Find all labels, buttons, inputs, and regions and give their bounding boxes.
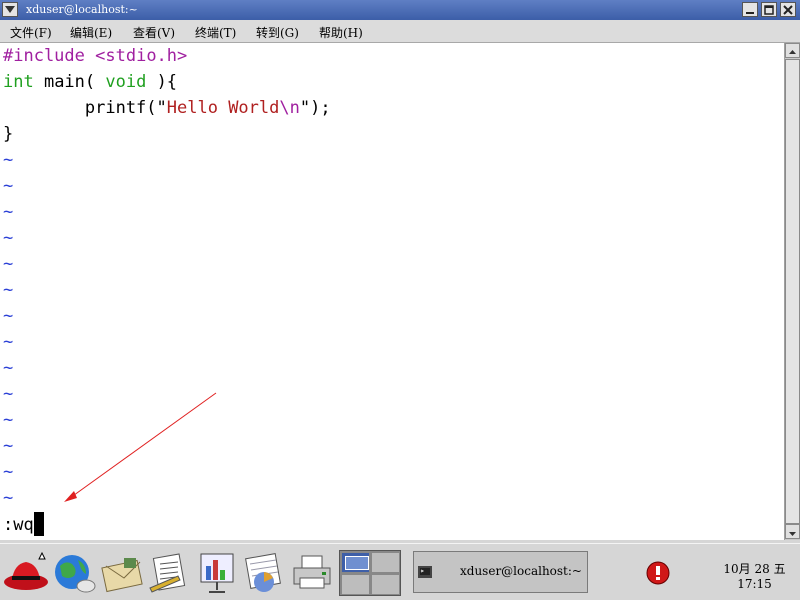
presentation-icon[interactable] [197,550,237,594]
scroll-up-button[interactable] [785,43,800,58]
taskbar-window-button[interactable]: xduser@localhost:~ [413,551,588,593]
chevron-down-icon [5,6,15,13]
bottom-panel: xduser@localhost:~ 10月 28 五 17:15 [0,543,800,600]
terminal-area[interactable]: #include <stdio.h> int main( void ){ pri… [0,43,784,540]
menu-view[interactable]: 查看(V) [133,24,175,41]
writer-icon[interactable] [148,552,194,594]
maximize-button[interactable] [761,2,777,17]
workspace-1[interactable] [341,552,370,573]
menu-file[interactable]: 文件(F) [10,24,52,41]
arrow-down-icon [789,532,796,536]
menu-terminal[interactable]: 终端(T) [195,24,236,41]
clock-time: 17:15 [737,577,772,591]
menubar: 文件(F) 编辑(E) 查看(V) 终端(T) 转到(G) 帮助(H) [0,20,800,43]
update-alert-icon[interactable] [646,561,670,585]
window-menu-button[interactable] [2,2,18,17]
spreadsheet-icon[interactable] [242,552,288,594]
mail-icon[interactable] [100,552,146,594]
redhat-menu-icon[interactable] [2,550,50,594]
terminal-icon [418,566,432,578]
workspace-2[interactable] [371,552,400,573]
workspace-switcher[interactable] [339,550,401,596]
arrow-up-icon [789,50,796,54]
maximize-icon [764,5,774,15]
vertical-scrollbar[interactable] [784,43,800,540]
workspace-3[interactable] [341,574,370,595]
menu-go[interactable]: 转到(G) [256,24,299,41]
scroll-down-button[interactable] [785,524,800,539]
close-button[interactable] [780,2,796,17]
workspace-4[interactable] [371,574,400,595]
scrollbar-thumb[interactable] [785,59,800,524]
minimize-button[interactable] [742,2,758,17]
clock[interactable]: 10月 28 五 17:15 [712,560,797,591]
minimize-icon [746,12,754,14]
taskbar-window-label: xduser@localhost:~ [460,564,582,578]
window-titlebar[interactable]: xduser@localhost:~ [0,0,800,20]
menu-help[interactable]: 帮助(H) [319,24,363,41]
printer-icon[interactable] [290,552,336,594]
clock-date: 10月 28 五 [723,562,786,576]
window-title: xduser@localhost:~ [26,3,138,16]
menu-edit[interactable]: 编辑(E) [70,24,112,41]
annotation-arrow [64,392,217,502]
web-browser-icon[interactable] [52,552,98,594]
close-icon [783,5,793,15]
